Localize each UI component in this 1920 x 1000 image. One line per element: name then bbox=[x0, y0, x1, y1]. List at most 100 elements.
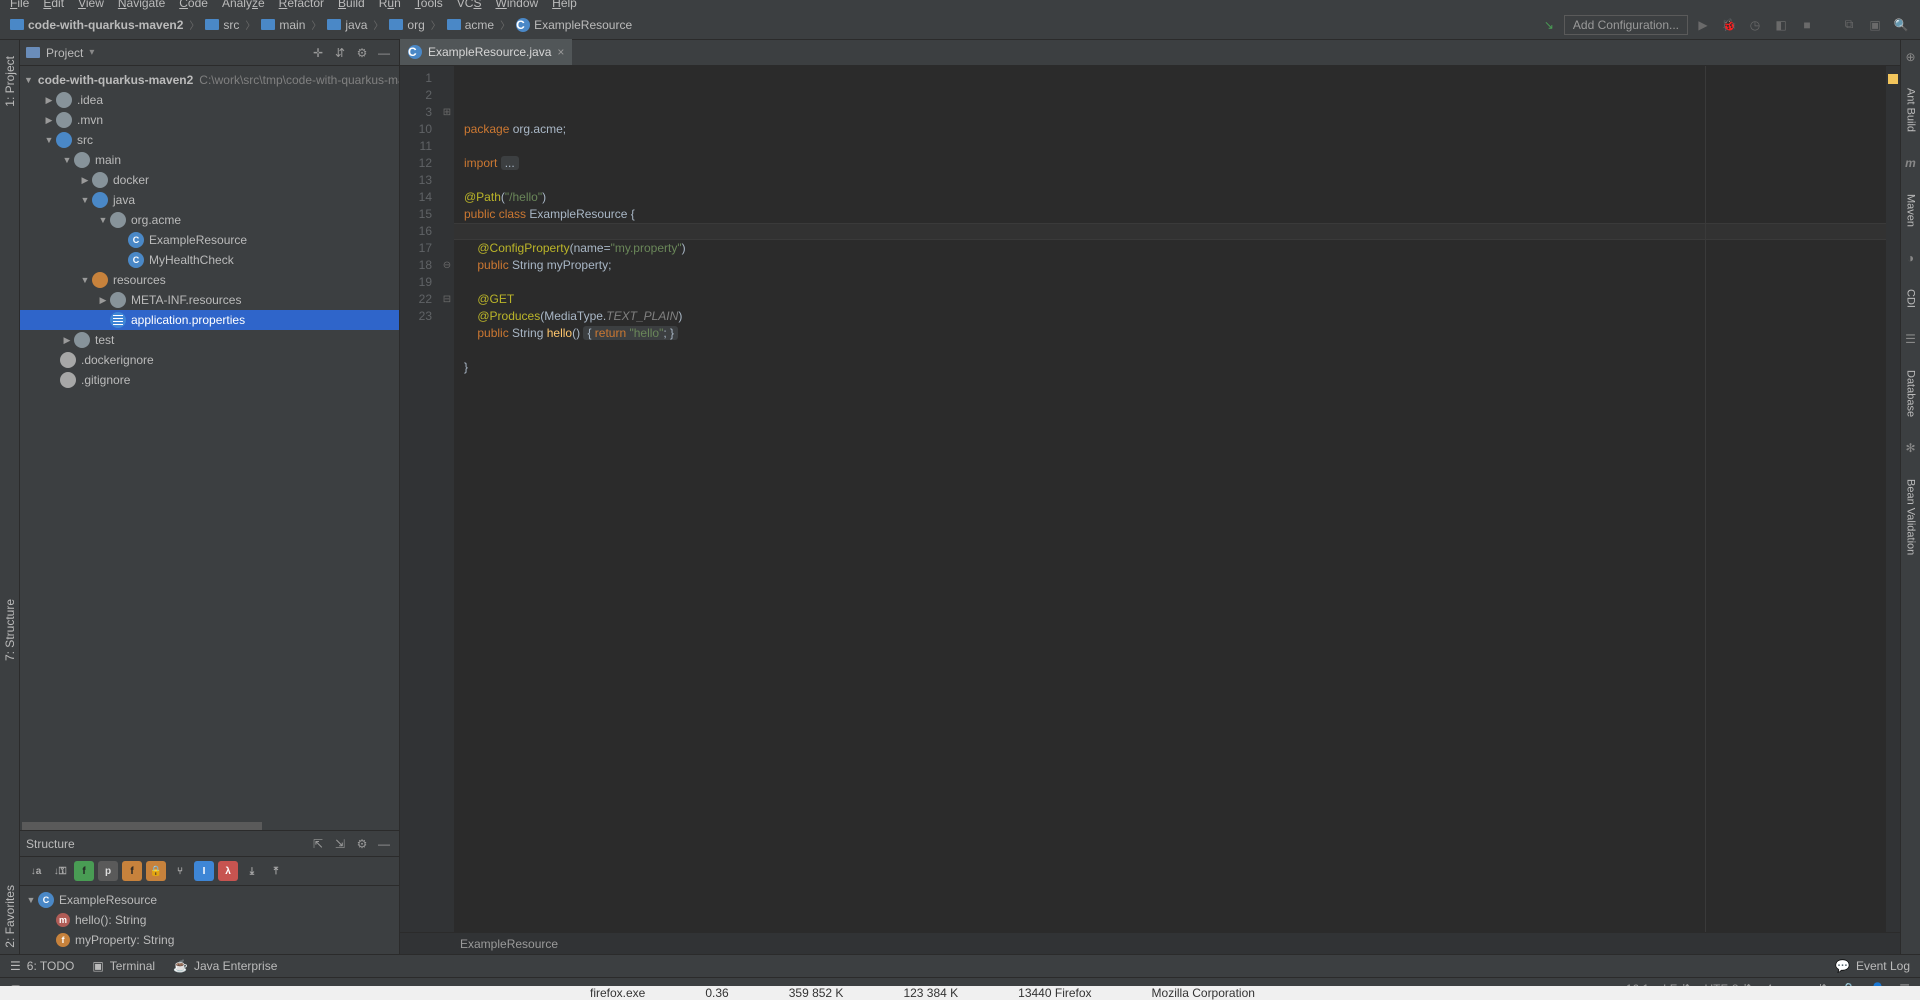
menu-edit[interactable]: Edit bbox=[37, 0, 70, 10]
tree-folder-idea[interactable]: ▶.idea bbox=[20, 90, 399, 110]
breadcrumb-org[interactable]: org bbox=[387, 18, 426, 32]
tree-folder-java[interactable]: ▼java bbox=[20, 190, 399, 210]
tree-folder-mvn[interactable]: ▶.mvn bbox=[20, 110, 399, 130]
coverage-button[interactable]: ◷ bbox=[1744, 14, 1766, 36]
gear-icon[interactable]: ⚙ bbox=[353, 46, 371, 60]
project-view-title[interactable]: Project bbox=[46, 46, 83, 60]
tree-folder-metainf[interactable]: ▶META-INF.resources bbox=[20, 290, 399, 310]
menu-run[interactable]: Run bbox=[373, 0, 407, 10]
menu-help[interactable]: Help bbox=[546, 0, 583, 10]
structure-toolbar: ↓a ↓⚿ f p f 🔒 ⑂ I λ ⤓ ⤒ bbox=[20, 857, 399, 886]
locate-icon[interactable]: ✛ bbox=[309, 46, 327, 60]
structure-tool-header: Structure ⇱ ⇲ ⚙ — bbox=[20, 831, 399, 857]
debug-button[interactable]: 🐞 bbox=[1718, 14, 1740, 36]
structure-field-myprop[interactable]: fmyProperty: String bbox=[20, 930, 399, 950]
breadcrumb-src[interactable]: src bbox=[203, 18, 241, 32]
fold-gutter[interactable]: ⊞⊖⊟ bbox=[440, 66, 454, 932]
vcs-commit-icon[interactable]: ▣ bbox=[1864, 14, 1886, 36]
tool-tab-eventlog[interactable]: 💬Event Log bbox=[1835, 959, 1910, 973]
menu-analyze[interactable]: Analyze bbox=[216, 0, 271, 10]
menu-window[interactable]: Window bbox=[489, 0, 544, 10]
tool-tab-jee[interactable]: ☕Java Enterprise bbox=[173, 959, 277, 973]
profile-button[interactable]: ◧ bbox=[1770, 14, 1792, 36]
tree-file-gitignore[interactable]: .gitignore bbox=[20, 370, 399, 390]
hide-icon[interactable]: — bbox=[375, 46, 393, 60]
collapse-icon[interactable]: ⇵ bbox=[331, 46, 349, 60]
show-nonpublic-icon[interactable]: f bbox=[122, 861, 142, 881]
breadcrumb-class[interactable]: CExampleResource bbox=[514, 18, 634, 32]
show-anonymous-icon[interactable]: ⑂ bbox=[170, 861, 190, 881]
menu-bar[interactable]: File Edit View Navigate Code Analyze Ref… bbox=[0, 0, 1920, 10]
tree-folder-src[interactable]: ▼src bbox=[20, 130, 399, 150]
show-lambdas-icon[interactable]: λ bbox=[218, 861, 238, 881]
menu-tools[interactable]: Tools bbox=[409, 0, 449, 10]
horizontal-scrollbar[interactable] bbox=[22, 822, 262, 830]
tool-tab-structure[interactable]: 7: Structure bbox=[1, 593, 19, 667]
menu-refactor[interactable]: Refactor bbox=[273, 0, 330, 10]
gear-icon[interactable]: ⚙ bbox=[353, 837, 371, 851]
run-config-combo[interactable]: Add Configuration... bbox=[1564, 15, 1688, 35]
show-fields-icon[interactable]: f bbox=[74, 861, 94, 881]
tree-folder-docker[interactable]: ▶docker bbox=[20, 170, 399, 190]
structure-root[interactable]: ▼CExampleResource bbox=[20, 890, 399, 910]
tool-tab-cdi[interactable]: CDI bbox=[1903, 283, 1919, 314]
tree-package-orgacme[interactable]: ▼org.acme bbox=[20, 210, 399, 230]
editor-error-stripe[interactable] bbox=[1886, 66, 1900, 932]
editor-body[interactable]: 123101112131415161718192223 ⊞⊖⊟ package … bbox=[400, 66, 1900, 932]
menu-vcs[interactable]: VCS bbox=[451, 0, 488, 10]
structure-tree[interactable]: ▼CExampleResource mhello(): String fmyPr… bbox=[20, 886, 399, 954]
close-tab-icon[interactable]: × bbox=[557, 45, 564, 59]
tool-tab-maven[interactable]: Maven bbox=[1903, 188, 1919, 233]
show-properties-icon[interactable]: p bbox=[98, 861, 118, 881]
editor-breadcrumb[interactable]: ExampleResource bbox=[400, 932, 1900, 954]
tool-tab-beanvalidation[interactable]: Bean Validation bbox=[1903, 473, 1919, 561]
build-icon[interactable]: ↘ bbox=[1538, 14, 1560, 36]
tree-folder-main[interactable]: ▼main bbox=[20, 150, 399, 170]
breadcrumb-acme[interactable]: acme bbox=[445, 18, 496, 32]
show-interfaces-icon[interactable]: I bbox=[194, 861, 214, 881]
editor-tab-bar[interactable]: C ExampleResource.java × bbox=[400, 40, 1900, 66]
editor-tab-example[interactable]: C ExampleResource.java × bbox=[400, 39, 572, 65]
sort-visibility-icon[interactable]: ↓⚿ bbox=[50, 861, 70, 881]
menu-build[interactable]: Build bbox=[332, 0, 371, 10]
tree-folder-test[interactable]: ▶test bbox=[20, 330, 399, 350]
tool-tab-ant[interactable]: Ant Build bbox=[1903, 82, 1919, 138]
tool-tab-todo[interactable]: ☰6: TODO bbox=[10, 959, 74, 973]
autoscroll-source-icon[interactable]: ⤓ bbox=[242, 861, 262, 881]
left-tool-stripe: 1: Project 7: Structure 2: Favorites bbox=[0, 40, 20, 954]
vcs-update-icon[interactable]: ⧉ bbox=[1838, 14, 1860, 36]
warning-marker-icon[interactable] bbox=[1888, 74, 1898, 84]
tool-tab-favorites[interactable]: 2: Favorites bbox=[1, 879, 19, 954]
menu-view[interactable]: View bbox=[72, 0, 110, 10]
code-area[interactable]: package org.acme; import ... @Path("/hel… bbox=[454, 66, 1886, 932]
breadcrumb-project[interactable]: code-with-quarkus-maven2 bbox=[8, 18, 185, 32]
breadcrumb-java[interactable]: java bbox=[325, 18, 369, 32]
autoscroll-from-icon[interactable]: ⤒ bbox=[266, 861, 286, 881]
tree-class-health[interactable]: CMyHealthCheck bbox=[20, 250, 399, 270]
tool-tab-database[interactable]: Database bbox=[1903, 364, 1919, 423]
search-everywhere-icon[interactable]: 🔍 bbox=[1890, 14, 1912, 36]
stop-button[interactable]: ■ bbox=[1796, 14, 1818, 36]
tree-file-dockerignore[interactable]: .dockerignore bbox=[20, 350, 399, 370]
menu-code[interactable]: Code bbox=[173, 0, 214, 10]
show-inherited-icon[interactable]: 🔒 bbox=[146, 861, 166, 881]
project-tree[interactable]: ▼ code-with-quarkus-maven2 C:\work\src\t… bbox=[20, 66, 399, 822]
expand-icon[interactable]: ⇱ bbox=[309, 837, 327, 851]
menu-file[interactable]: File bbox=[4, 0, 35, 10]
tree-root[interactable]: ▼ code-with-quarkus-maven2 C:\work\src\t… bbox=[20, 70, 399, 90]
menu-navigate[interactable]: Navigate bbox=[112, 0, 171, 10]
dropdown-icon[interactable]: ▾ bbox=[89, 47, 94, 58]
tree-file-appprops[interactable]: application.properties bbox=[20, 310, 399, 330]
breadcrumb-main[interactable]: main bbox=[259, 18, 307, 32]
tool-tab-terminal[interactable]: ▣Terminal bbox=[92, 959, 155, 973]
breadcrumb[interactable]: code-with-quarkus-maven2 〉 src 〉 main 〉 … bbox=[8, 17, 634, 32]
line-number-gutter[interactable]: 123101112131415161718192223 bbox=[400, 66, 440, 932]
sort-alpha-icon[interactable]: ↓a bbox=[26, 861, 46, 881]
collapse-icon[interactable]: ⇲ bbox=[331, 837, 349, 851]
tool-tab-project[interactable]: 1: Project bbox=[1, 50, 19, 113]
tree-folder-resources[interactable]: ▼resources bbox=[20, 270, 399, 290]
run-button[interactable]: ▶ bbox=[1692, 14, 1714, 36]
tree-class-example[interactable]: CExampleResource bbox=[20, 230, 399, 250]
structure-method-hello[interactable]: mhello(): String bbox=[20, 910, 399, 930]
hide-icon[interactable]: — bbox=[375, 837, 393, 851]
